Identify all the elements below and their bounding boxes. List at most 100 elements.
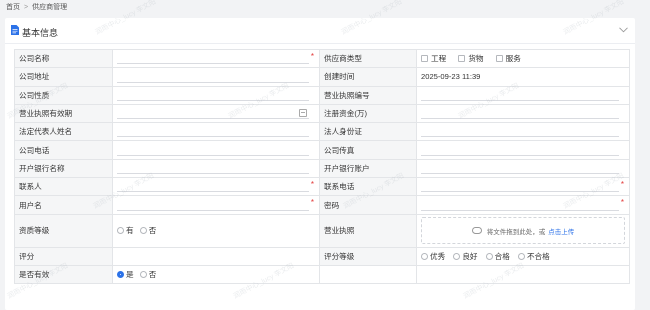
required-mark: * bbox=[620, 198, 624, 208]
supplier-type-option-goods[interactable]: 货物 bbox=[458, 53, 484, 64]
upload-link[interactable]: 点击上传 bbox=[548, 226, 574, 236]
registered-capital-label: 注册资金(万) bbox=[319, 103, 417, 124]
form-row: 法定代表人姓名 法人身份证 bbox=[14, 122, 630, 142]
legal-rep-name-input[interactable] bbox=[117, 136, 309, 138]
section-header[interactable]: 基本信息 bbox=[5, 18, 635, 44]
score-level-option-good[interactable]: 良好 bbox=[453, 251, 478, 262]
empty-cell bbox=[319, 264, 417, 285]
contact-phone-label: 联系电话 bbox=[319, 177, 417, 197]
supplier-type-option-service[interactable]: 服务 bbox=[495, 53, 521, 64]
section-title: 基本信息 bbox=[22, 28, 59, 38]
company-nature-label: 公司性质 bbox=[14, 85, 113, 105]
business-license-cell: 将文件拖到此处，或 点击上传 bbox=[416, 213, 630, 248]
upload-text: 将文件拖到此处，或 bbox=[486, 228, 546, 236]
required-mark: * bbox=[310, 198, 314, 208]
radio[interactable] bbox=[517, 252, 525, 260]
company-fax-label: 公司传真 bbox=[319, 140, 417, 160]
contact-phone-cell: * bbox=[416, 177, 630, 197]
company-address-cell bbox=[112, 67, 320, 87]
qualification-label: 资质等级 bbox=[14, 213, 113, 248]
form-row: 公司名称 * 供应商类型 工程 货物 服务 bbox=[14, 48, 630, 69]
radio[interactable] bbox=[139, 227, 147, 235]
legal-rep-id-label: 法人身份证 bbox=[319, 122, 417, 142]
contact-cell: * bbox=[112, 177, 320, 197]
breadcrumb-separator: > bbox=[24, 3, 29, 11]
breadcrumb-current: 供应商管理 bbox=[32, 4, 68, 11]
form-row: 资质等级 有 否 营业执照 将文件拖到此处，或 点击上传 bbox=[14, 213, 630, 248]
form-row: 公司地址 创建时间 2025-09-23 11:39 bbox=[14, 67, 630, 87]
registered-capital-input[interactable] bbox=[421, 118, 619, 120]
username-input[interactable] bbox=[117, 209, 309, 211]
score-level-option-excellent[interactable]: 优秀 bbox=[421, 251, 445, 262]
form-row: 联系人 * 联系电话 * bbox=[14, 177, 630, 197]
legal-rep-id-input[interactable] bbox=[421, 136, 619, 138]
bank-account-cell bbox=[416, 158, 630, 179]
checkbox[interactable] bbox=[458, 55, 466, 63]
calendar-icon[interactable] bbox=[299, 108, 307, 117]
basic-info-card: 基本信息 公司名称 * 供应商类型 工程 货物 服务 公司地址 创建时间 202… bbox=[5, 18, 635, 310]
is-valid-option-no[interactable]: 否 bbox=[139, 269, 156, 280]
qualification-option-yes[interactable]: 有 bbox=[117, 225, 134, 236]
license-validity-cell bbox=[112, 103, 320, 124]
score-level-cell: 优秀 良好 合格 不合格 bbox=[416, 246, 630, 266]
score-level-option-fail[interactable]: 不合格 bbox=[517, 251, 550, 262]
password-input[interactable] bbox=[421, 209, 619, 211]
form-row: 用户名 * 密码 * bbox=[14, 195, 630, 215]
form-row: 营业执照有效期 注册资金(万) bbox=[14, 103, 630, 124]
form-row: 评分 评分等级 优秀 良好 合格 不合格 bbox=[14, 246, 630, 266]
score-label: 评分 bbox=[14, 246, 113, 266]
radio[interactable] bbox=[453, 252, 461, 260]
legal-rep-name-label: 法定代表人姓名 bbox=[14, 122, 113, 142]
empty-cell bbox=[416, 264, 630, 285]
score-level-label: 评分等级 bbox=[319, 246, 417, 266]
form-row: 公司电话 公司传真 bbox=[14, 140, 630, 160]
license-validity-input[interactable] bbox=[117, 118, 309, 120]
radio[interactable] bbox=[139, 271, 147, 279]
is-valid-option-yes[interactable]: 是 bbox=[117, 269, 134, 280]
business-license-label: 营业执照 bbox=[319, 213, 417, 248]
contact-phone-input[interactable] bbox=[421, 191, 619, 193]
radio[interactable] bbox=[485, 252, 493, 260]
supplier-type-option-engineering[interactable]: 工程 bbox=[421, 53, 446, 64]
supplier-form: 公司名称 * 供应商类型 工程 货物 服务 公司地址 创建时间 2025-09-… bbox=[14, 48, 630, 285]
breadcrumb-home[interactable]: 首页 bbox=[6, 2, 20, 12]
company-phone-input[interactable] bbox=[117, 154, 309, 156]
registered-capital-cell bbox=[416, 103, 630, 124]
company-nature-input[interactable] bbox=[117, 99, 309, 101]
bank-account-input[interactable] bbox=[421, 173, 619, 175]
company-address-input[interactable] bbox=[117, 81, 309, 83]
company-name-cell: * bbox=[112, 48, 320, 69]
license-no-cell bbox=[416, 85, 630, 105]
contact-label: 联系人 bbox=[14, 177, 113, 197]
radio[interactable] bbox=[421, 252, 428, 260]
upload-dropzone[interactable]: 将文件拖到此处，或 点击上传 bbox=[421, 217, 625, 245]
score-level-option-pass[interactable]: 合格 bbox=[485, 251, 510, 262]
chevron-down-icon[interactable] bbox=[619, 27, 628, 33]
bank-name-cell bbox=[112, 158, 320, 179]
form-row: 开户银行名称 开户银行账户 bbox=[14, 158, 630, 179]
bank-account-label: 开户银行账户 bbox=[319, 158, 417, 179]
is-valid-label: 是否有效 bbox=[14, 264, 113, 285]
password-cell: * bbox=[416, 195, 630, 215]
required-mark: * bbox=[310, 52, 314, 61]
checkbox[interactable] bbox=[421, 55, 428, 63]
contact-input[interactable] bbox=[117, 191, 309, 193]
radio[interactable] bbox=[117, 227, 124, 235]
bank-name-input[interactable] bbox=[117, 173, 309, 175]
username-label: 用户名 bbox=[14, 195, 113, 215]
company-fax-input[interactable] bbox=[421, 154, 619, 156]
legal-rep-id-cell bbox=[416, 122, 630, 142]
license-no-input[interactable] bbox=[421, 99, 619, 101]
radio-selected[interactable] bbox=[117, 271, 124, 279]
username-cell: * bbox=[112, 195, 320, 215]
created-time-value: 2025-09-23 11:39 bbox=[416, 67, 630, 87]
company-phone-label: 公司电话 bbox=[14, 140, 113, 160]
supplier-type-cell: 工程 货物 服务 bbox=[416, 48, 630, 69]
company-nature-cell bbox=[112, 85, 320, 105]
breadcrumb: 首页 > 供应商管理 bbox=[6, 2, 67, 12]
company-name-input[interactable] bbox=[117, 63, 309, 65]
company-fax-cell bbox=[416, 140, 630, 160]
qualification-option-no[interactable]: 否 bbox=[139, 225, 156, 236]
form-row: 公司性质 营业执照编号 bbox=[14, 85, 630, 105]
checkbox[interactable] bbox=[495, 55, 503, 63]
